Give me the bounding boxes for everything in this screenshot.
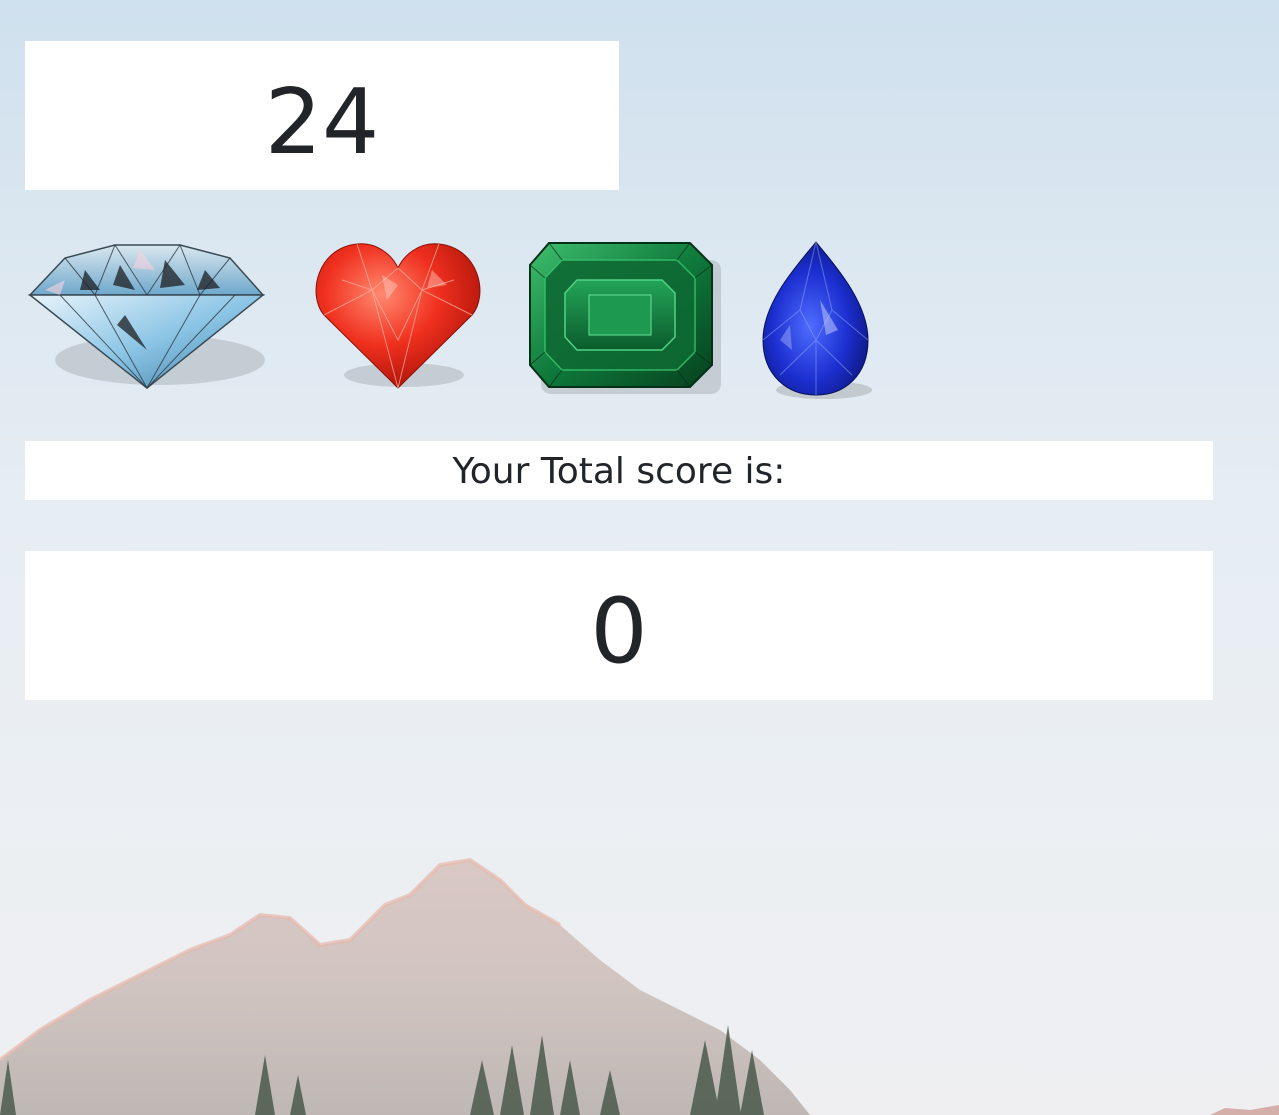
- total-score-label: Your Total score is:: [452, 451, 786, 492]
- emerald-gem-icon[interactable]: [527, 240, 721, 394]
- total-score-label-panel: Your Total score is:: [25, 441, 1213, 500]
- total-score-panel: 0: [25, 551, 1213, 700]
- ruby-heart-gem-icon[interactable]: [312, 240, 484, 392]
- total-score-value: 0: [590, 578, 648, 684]
- diamond-gem-icon[interactable]: [25, 240, 270, 392]
- target-score-value: 24: [264, 69, 380, 175]
- sapphire-gem-icon[interactable]: [760, 240, 878, 400]
- target-score-panel: 24: [25, 41, 619, 190]
